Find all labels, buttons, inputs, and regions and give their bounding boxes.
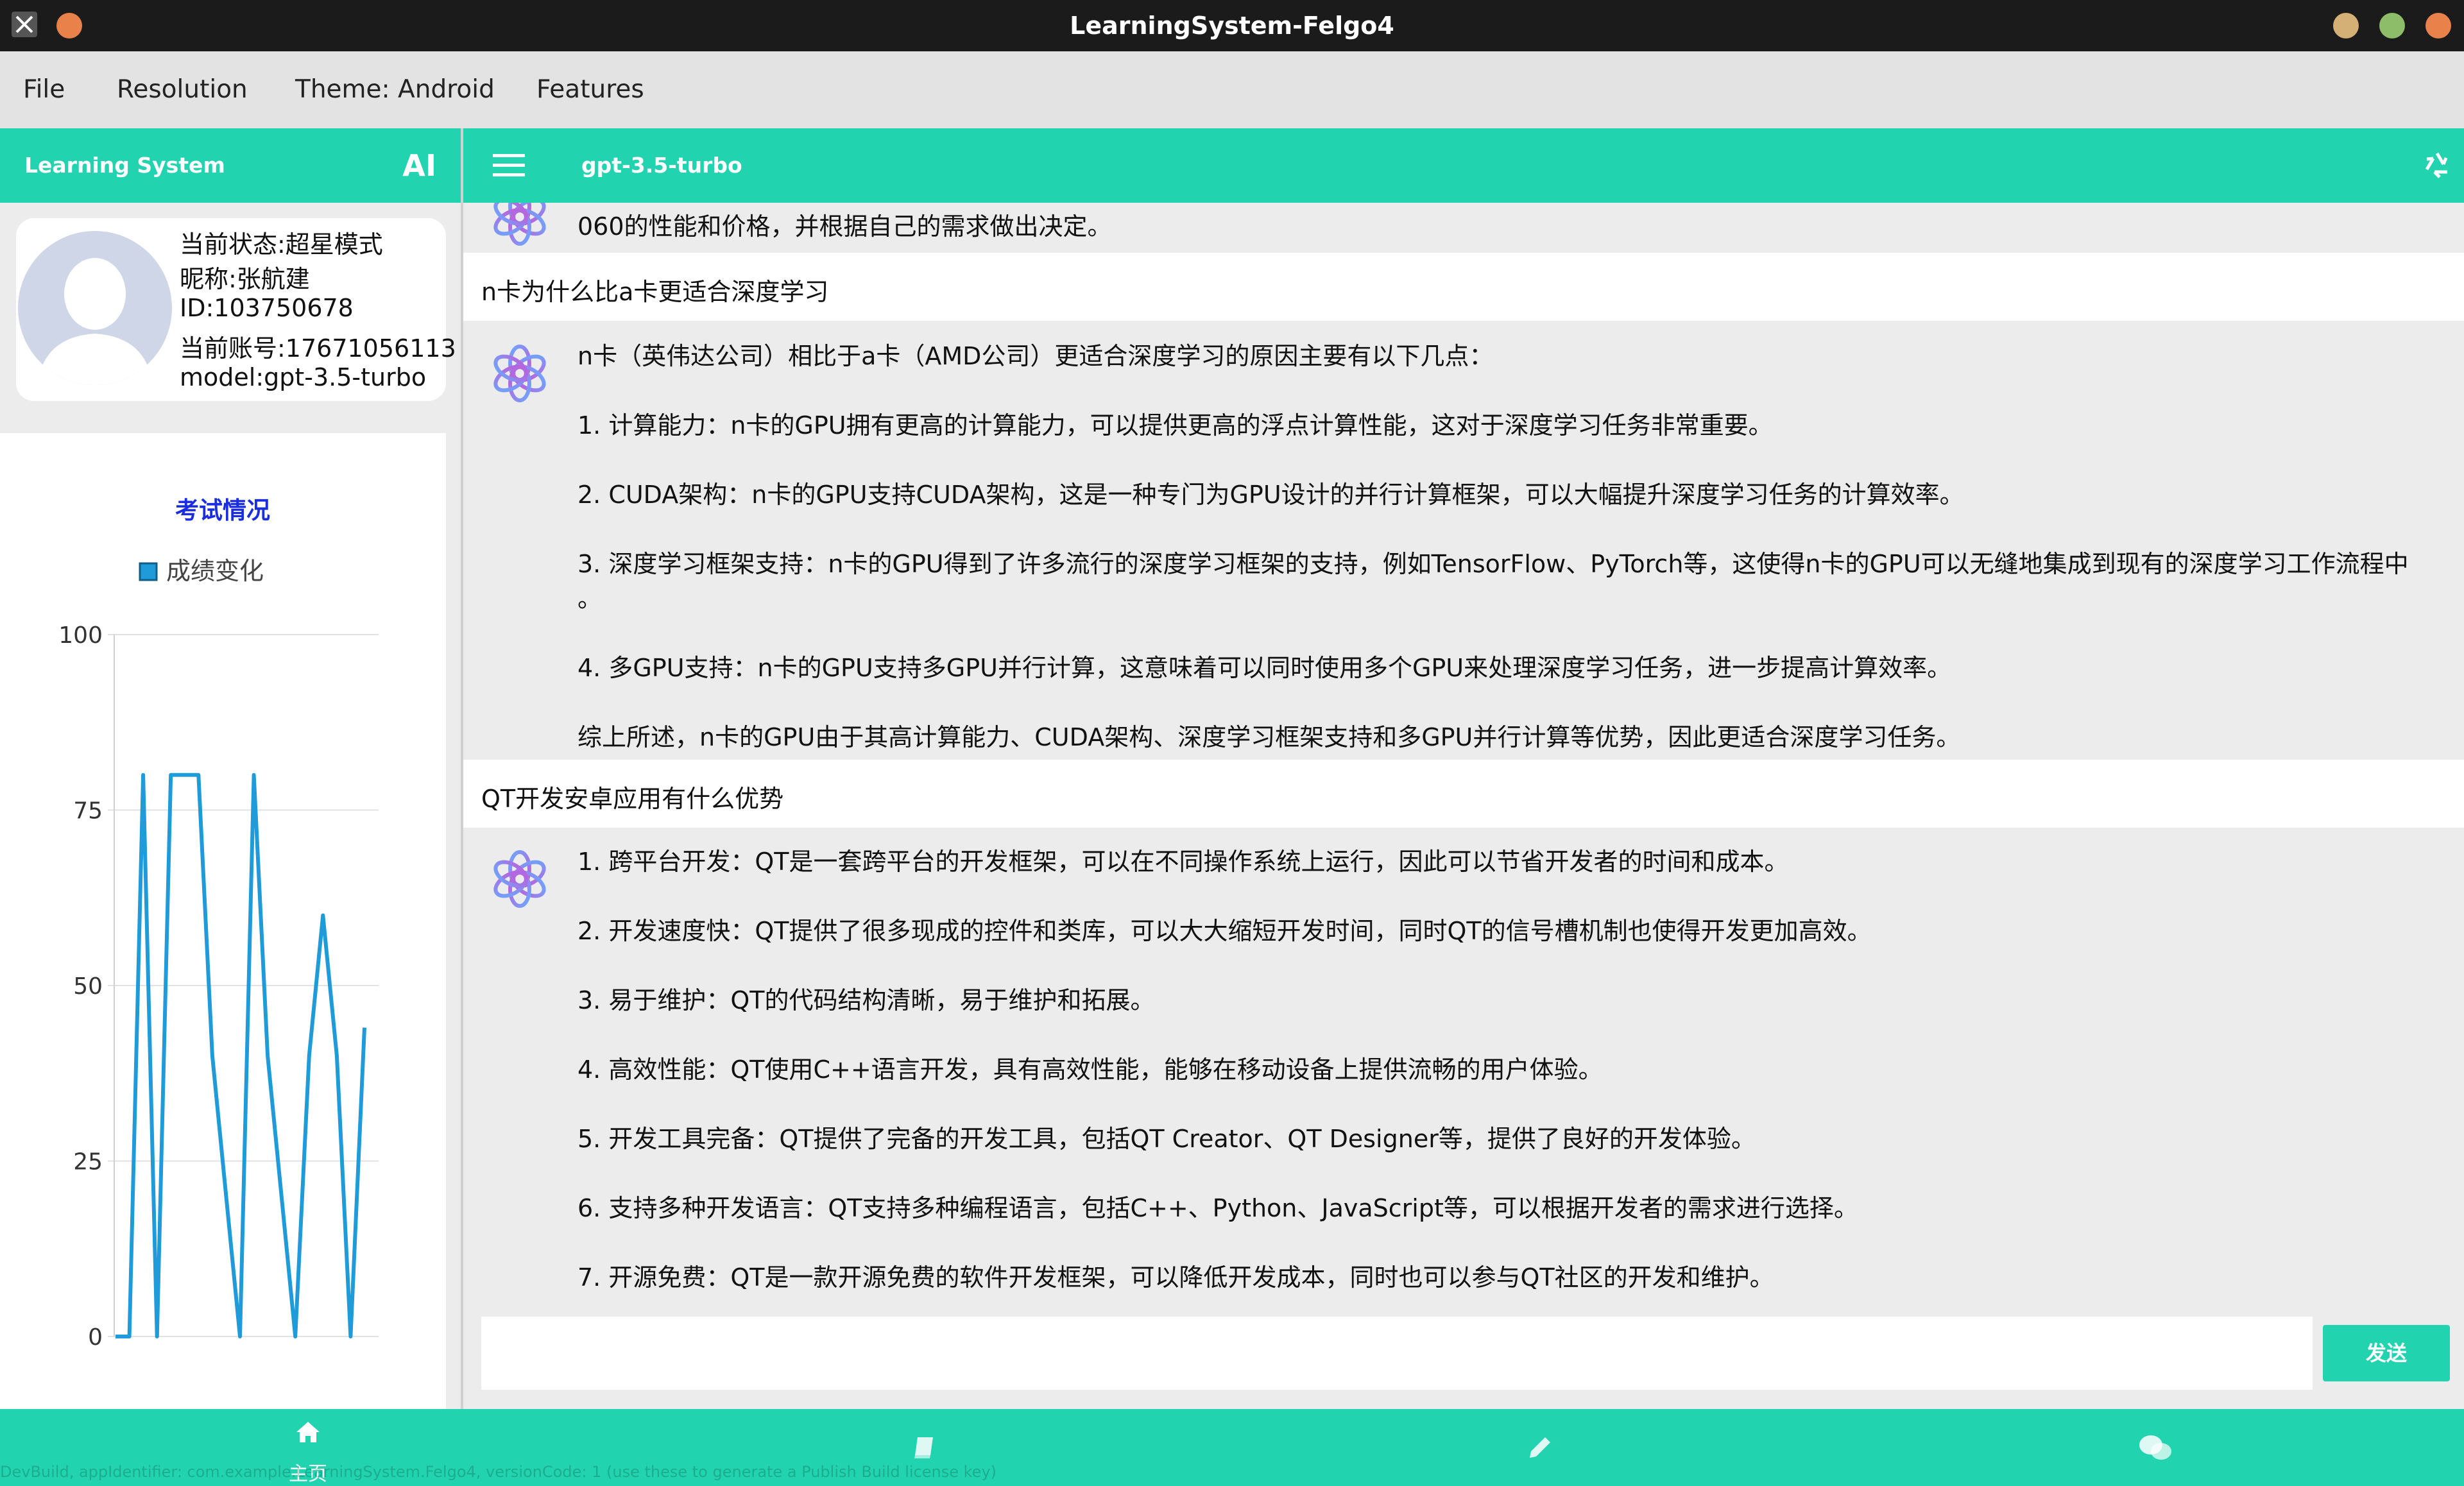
assistant-message-line: n卡（英伟达公司）相比于a卡（AMD公司）更适合深度学习的原因主要有以下几点： bbox=[578, 342, 1494, 370]
chat-input[interactable] bbox=[481, 1317, 2313, 1390]
assistant-message-line: 1. 跨平台开发：QT是一套跨平台的开发框架，可以在不同操作系统上运行，因此可以… bbox=[578, 848, 1789, 876]
y-tick-label: 25 bbox=[73, 1149, 103, 1175]
legend-label: 成绩变化 bbox=[166, 557, 264, 585]
send-button[interactable]: 发送 bbox=[2323, 1325, 2450, 1381]
assistant-message-line: 。 bbox=[578, 585, 603, 613]
menu-file[interactable]: File bbox=[23, 51, 65, 128]
menu-features[interactable]: Features bbox=[536, 51, 644, 128]
sidebar-app-title: Learning System bbox=[24, 153, 225, 178]
home-icon bbox=[0, 1421, 616, 1446]
assistant-message-line: 060的性能和价格，并根据自己的需求做出决定。 bbox=[578, 212, 1112, 241]
menu-resolution[interactable]: Resolution bbox=[117, 51, 248, 128]
menu-theme[interactable]: Theme: Android bbox=[295, 51, 495, 128]
minimize-window-button[interactable] bbox=[2333, 13, 2359, 38]
assistant-message-line: 7. 开源免费：QT是一款开源免费的软件开发框架，可以降低开发成本，同时也可以参… bbox=[578, 1263, 1774, 1292]
y-tick-label: 0 bbox=[88, 1324, 103, 1351]
assistant-message-line: 5. 开发工具完备：QT提供了完备的开发工具，包括QT Creator、QT D… bbox=[578, 1125, 1756, 1153]
nav-tab-chat[interactable] bbox=[1848, 1409, 2464, 1486]
user-message: n卡为什么比a卡更适合深度学习 bbox=[463, 253, 2464, 321]
profile-account: 当前账号:17671056113 bbox=[180, 334, 456, 363]
close-window-button-right[interactable] bbox=[2426, 13, 2451, 38]
window-title: LearningSystem-Felgo4 bbox=[1070, 12, 1394, 40]
profile-id: ID:103750678 bbox=[180, 294, 354, 322]
profile-model: model:gpt-3.5-turbo bbox=[180, 363, 427, 391]
exam-chart-card: 考试情况成绩变化 100 75 50 25 0 bbox=[0, 433, 446, 1409]
sidebar-toolbar: Learning System AI bbox=[0, 128, 462, 203]
dev-build-watermark: DevBuild, appIdentifier: com.example.Lea… bbox=[0, 1463, 997, 1481]
openai-logo-icon bbox=[488, 341, 552, 406]
assistant-message-line: 2. CUDA架构：n卡的GPU支持CUDA架构，这是一种专门为GPU设计的并行… bbox=[578, 481, 1964, 509]
assistant-message-line: 4. 高效性能：QT使用C++语言开发，具有高效性能，能够在移动设备上提供流畅的… bbox=[578, 1055, 1603, 1084]
model-title: gpt-3.5-turbo bbox=[581, 153, 742, 178]
assistant-message-line: 6. 支持多种开发语言：QT支持多种编程语言，包括C++、Python、Java… bbox=[578, 1194, 1858, 1222]
profile-status: 当前状态:超星模式 bbox=[180, 230, 383, 259]
assistant-message-line: 3. 深度学习框架支持：n卡的GPU得到了许多流行的深度学习框架的支持，例如Te… bbox=[578, 550, 2409, 578]
user-message: QT开发安卓应用有什么优势 bbox=[463, 760, 2464, 828]
pencil-icon bbox=[1232, 1435, 1848, 1463]
y-tick-label: 100 bbox=[58, 622, 103, 649]
y-tick-label: 50 bbox=[73, 973, 103, 1000]
chart-title: 考试情况 bbox=[175, 497, 270, 524]
legend-swatch bbox=[139, 562, 158, 581]
nav-tab-edit[interactable] bbox=[1232, 1409, 1848, 1486]
y-tick-label: 75 bbox=[73, 798, 103, 824]
exam-chart: 考试情况成绩变化 100 75 50 25 0 bbox=[58, 497, 379, 1351]
assistant-message-line: 4. 多GPU支持：n卡的GPU支持多GPU并行计算，这意味着可以同时使用多个G… bbox=[578, 654, 1952, 682]
wechat-icon bbox=[1848, 1433, 2464, 1464]
hamburger-icon[interactable] bbox=[493, 153, 525, 178]
book-icon bbox=[616, 1435, 1232, 1463]
assistant-message-line: 2. 开发速度快：QT提供了很多现成的控件和类库，可以大大缩短开发时间，同时QT… bbox=[578, 917, 1872, 945]
series-line bbox=[116, 773, 366, 1338]
main-toolbar: gpt-3.5-turbo bbox=[463, 128, 2464, 203]
maximize-window-button[interactable] bbox=[2379, 13, 2405, 38]
profile-nickname: 昵称:张航建 bbox=[180, 265, 310, 293]
avatar[interactable] bbox=[18, 231, 172, 385]
window-titlebar: LearningSystem-Felgo4 bbox=[0, 0, 2464, 51]
ai-button[interactable]: AI bbox=[402, 128, 436, 203]
openai-logo-icon bbox=[488, 847, 552, 911]
user-message-text: n卡为什么比a卡更适合深度学习 bbox=[481, 278, 829, 306]
assistant-message-line: 3. 易于维护：QT的代码结构清晰，易于维护和拓展。 bbox=[578, 986, 1155, 1014]
user-message-text: QT开发安卓应用有什么优势 bbox=[481, 785, 784, 813]
recycle-icon[interactable] bbox=[2422, 150, 2452, 181]
chat-messages: 060的性能和价格，并根据自己的需求做出决定。 n卡为什么比a卡更适合深度学习 … bbox=[463, 203, 2464, 1310]
assistant-message-line: 综上所述，n卡的GPU由于其高计算能力、CUDA架构、深度学习框架支持和多GPU… bbox=[578, 723, 1961, 751]
openai-logo-icon bbox=[488, 203, 552, 249]
menu-bar: File Resolution Theme: Android Features bbox=[0, 51, 2464, 128]
assistant-message-line: 1. 计算能力：n卡的GPU拥有更高的计算能力，可以提供更高的浮点计算性能，这对… bbox=[578, 411, 1773, 440]
